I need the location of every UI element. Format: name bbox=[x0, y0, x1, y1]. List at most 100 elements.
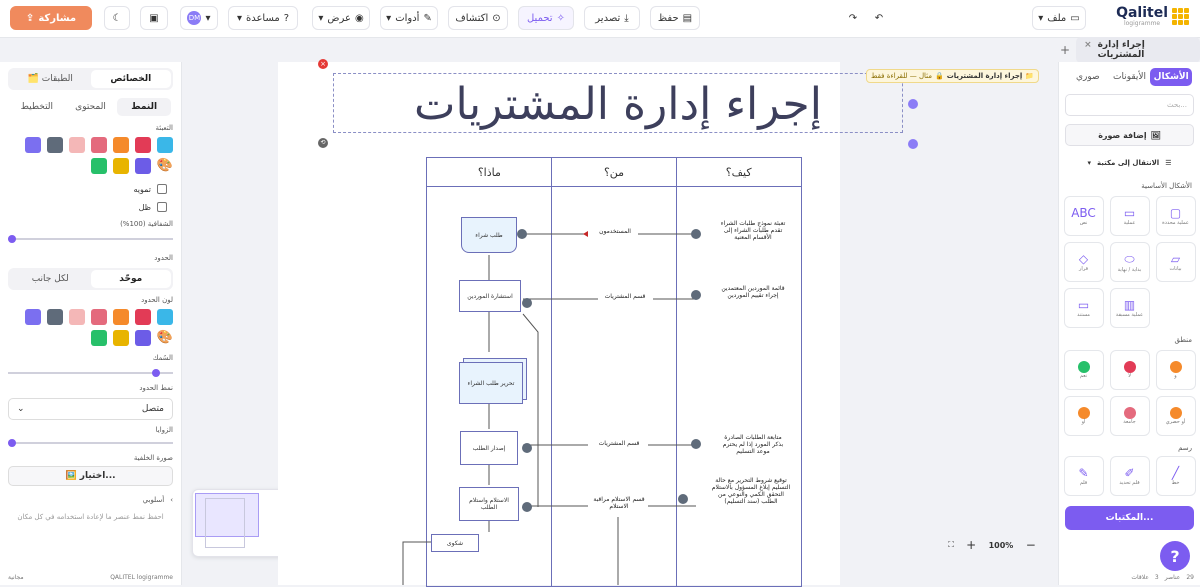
opacity-slider[interactable] bbox=[8, 235, 173, 243]
palette-icon[interactable]: 🎨 bbox=[157, 330, 173, 346]
tab-procurement[interactable]: × إجراء إدارة المشتريات bbox=[1076, 37, 1200, 63]
tools-menu[interactable]: ▾ أدوات ✎ bbox=[380, 6, 438, 30]
color-swatch[interactable] bbox=[90, 158, 107, 174]
diagram-canvas[interactable]: إجراء إدارة المشتريات × ⟲ ماذا؟ من؟ كيف؟ bbox=[278, 59, 918, 587]
tab-icons[interactable]: الأيقونات bbox=[1109, 68, 1151, 86]
color-swatch[interactable] bbox=[135, 137, 151, 153]
color-swatch[interactable] bbox=[90, 330, 107, 346]
shape-label: نص bbox=[1079, 220, 1088, 226]
draw-1[interactable]: ✎ قلم bbox=[1063, 456, 1104, 496]
color-swatch[interactable] bbox=[69, 309, 85, 325]
shape-5[interactable]: ⬭ بداية / نهاية bbox=[1109, 242, 1150, 282]
export-button[interactable]: تصدير ⤓ bbox=[584, 6, 640, 30]
zoom-in-button[interactable]: + bbox=[966, 538, 976, 552]
file-menu[interactable]: ▾ ملف ▭ bbox=[1032, 6, 1086, 30]
add-image-button[interactable]: إضافة صورة 🖼 bbox=[1065, 124, 1194, 146]
logic-icon bbox=[1077, 361, 1090, 373]
uniform-option[interactable]: موحّد bbox=[90, 270, 171, 288]
shape-1[interactable]: ABC نص bbox=[1063, 196, 1104, 236]
step-purchase-request[interactable]: طلب شراء bbox=[461, 217, 517, 253]
view-menu[interactable]: ▾ عرض ◉ bbox=[312, 6, 370, 30]
color-swatch[interactable] bbox=[112, 158, 129, 174]
thickness-slider[interactable] bbox=[8, 369, 173, 377]
explore-button[interactable]: اكتشاف ⊙ bbox=[448, 6, 508, 30]
step-supplier-consult[interactable]: استشارة الموردين bbox=[459, 280, 521, 312]
undo-button[interactable]: ↶ bbox=[866, 6, 892, 30]
new-tab-button[interactable]: + bbox=[1060, 43, 1070, 57]
color-swatch[interactable] bbox=[134, 158, 151, 174]
border-style-select[interactable]: ⌄ متصل bbox=[8, 398, 173, 420]
shape-7[interactable]: ▭ مستند bbox=[1063, 288, 1104, 328]
present-button[interactable]: ▣ bbox=[140, 6, 168, 30]
tab-style[interactable]: النمط bbox=[117, 98, 172, 116]
color-swatch[interactable] bbox=[47, 137, 63, 153]
draw-shapes-grid: ✎ قلم ✐ قلم تحديد ╱ خط bbox=[1059, 456, 1200, 496]
shape-label: قلم bbox=[1079, 480, 1088, 486]
help-menu[interactable]: ▾ مساعدة? bbox=[228, 6, 298, 30]
lock-icon: 🔒 bbox=[935, 72, 944, 80]
color-swatch[interactable] bbox=[47, 309, 63, 325]
per-side-option[interactable]: لكل جانب bbox=[10, 270, 91, 288]
blur-checkbox[interactable]: تمويه bbox=[0, 184, 181, 194]
goto-library-link[interactable]: ▾ الانتقال إلى مكتبة ☰ bbox=[1065, 154, 1194, 172]
share-button[interactable]: ⇪ مشاركة bbox=[10, 6, 92, 30]
tab-properties[interactable]: الخصائص bbox=[90, 70, 171, 88]
step-complaint[interactable]: شكوى bbox=[431, 534, 479, 552]
color-swatch[interactable] bbox=[69, 137, 85, 153]
libraries-button[interactable]: المكتبات... bbox=[1065, 506, 1194, 530]
tab-shapes[interactable]: الأشكال bbox=[1150, 68, 1193, 86]
help-fab[interactable]: ? bbox=[1160, 541, 1190, 571]
color-swatch[interactable] bbox=[113, 309, 129, 325]
tab-layers[interactable]: 🗂️ الطبقات bbox=[10, 70, 91, 88]
color-swatch[interactable] bbox=[25, 309, 41, 325]
shape-4[interactable]: ◇ قرار bbox=[1063, 242, 1104, 282]
shape-8[interactable]: ▥ عملية مسبقة bbox=[1109, 288, 1150, 328]
theme-toggle-button[interactable]: ☾ bbox=[104, 6, 130, 30]
logic-3[interactable]: و bbox=[1155, 350, 1196, 390]
step-purchase-order[interactable]: تحرير طلب الشراء bbox=[459, 362, 523, 404]
color-swatch[interactable] bbox=[113, 137, 129, 153]
close-icon[interactable]: × bbox=[1084, 40, 1092, 60]
color-swatch[interactable] bbox=[134, 330, 151, 346]
draw-2[interactable]: ✐ قلم تحديد bbox=[1109, 456, 1150, 496]
draw-3[interactable]: ╱ خط bbox=[1155, 456, 1196, 496]
color-swatch[interactable] bbox=[135, 309, 151, 325]
zoom-out-button[interactable]: − bbox=[1026, 538, 1036, 552]
shape-6[interactable]: ▱ بيانات bbox=[1155, 242, 1196, 282]
shape-search-input[interactable]: بحث... bbox=[1065, 94, 1194, 116]
connect-handle[interactable] bbox=[908, 99, 918, 109]
choose-image-button[interactable]: 🖼️ اختيار... bbox=[8, 466, 173, 486]
tab-images[interactable]: صوري bbox=[1067, 68, 1109, 86]
step-receive-order[interactable]: الاستلام واستلام الطلب bbox=[459, 487, 519, 521]
logic-6[interactable]: أو حصري bbox=[1155, 396, 1196, 436]
download-button[interactable]: تحميل ✧ bbox=[518, 6, 574, 30]
color-swatch[interactable] bbox=[91, 309, 107, 325]
palette-icon[interactable]: 🎨 bbox=[157, 158, 173, 174]
shape-2[interactable]: ▭ عملية bbox=[1109, 196, 1150, 236]
color-swatch[interactable] bbox=[157, 137, 173, 153]
shape-3[interactable]: ▢ عملية محددة bbox=[1155, 196, 1196, 236]
color-swatch[interactable] bbox=[25, 137, 41, 153]
how-1: تعبئة نموذج طلبات الشراء تقدم طلبات الشر… bbox=[720, 220, 786, 241]
fit-screen-icon[interactable]: ⛶ bbox=[948, 540, 954, 550]
tab-layout[interactable]: التخطيط bbox=[10, 98, 64, 116]
draw-icon: ✐ bbox=[1124, 466, 1135, 480]
logic-1[interactable]: نعم bbox=[1063, 350, 1104, 390]
logic-5[interactable]: جامعة bbox=[1109, 396, 1150, 436]
chevron-icon[interactable]: ‹ bbox=[170, 496, 173, 504]
color-swatch[interactable] bbox=[112, 330, 129, 346]
resize-handle[interactable] bbox=[908, 139, 918, 149]
save-button[interactable]: حفظ ▤ bbox=[650, 6, 700, 30]
color-swatch[interactable] bbox=[91, 137, 107, 153]
tab-content[interactable]: المحتوى bbox=[64, 98, 118, 116]
logic-4[interactable]: أو bbox=[1063, 396, 1104, 436]
shadow-checkbox[interactable]: ظل bbox=[0, 202, 181, 212]
user-menu[interactable]: DM ▾ bbox=[180, 6, 218, 30]
color-swatch[interactable] bbox=[157, 309, 173, 325]
minimap[interactable] bbox=[192, 489, 292, 557]
zoom-level[interactable]: 100% bbox=[989, 541, 1014, 550]
corners-slider[interactable] bbox=[8, 439, 173, 447]
step-issue-order[interactable]: إصدار الطلب bbox=[460, 431, 518, 465]
redo-button[interactable]: ↷ bbox=[840, 6, 866, 30]
logic-2[interactable]: لا bbox=[1109, 350, 1150, 390]
